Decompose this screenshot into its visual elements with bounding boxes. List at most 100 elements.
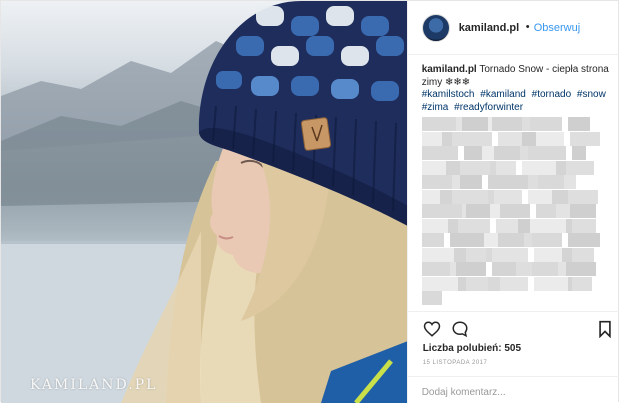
pixel-block	[421, 276, 458, 291]
pixel-block	[421, 131, 442, 146]
pixel-block	[565, 262, 596, 276]
pixel-block	[515, 262, 532, 276]
pixel-block	[571, 218, 596, 233]
pixel-block	[535, 204, 556, 218]
pixel-block	[521, 160, 556, 175]
pixel-block	[521, 117, 530, 131]
pixel-block	[563, 175, 576, 189]
pixel-block	[491, 247, 528, 262]
pixel-block	[421, 218, 448, 233]
pixel-block	[491, 117, 522, 131]
follow-button[interactable]: Obserwuj	[534, 22, 580, 34]
pixel-block	[571, 247, 594, 262]
pixel-block	[571, 276, 592, 291]
post-photo[interactable]: KAMILAND.PL	[1, 1, 407, 403]
separator-dot: •	[525, 21, 530, 33]
pixel-block	[445, 160, 460, 175]
pixel-block	[571, 146, 586, 160]
pixel-block	[531, 233, 562, 247]
pixel-block	[493, 189, 522, 204]
pixel-block	[421, 247, 454, 262]
pixel-block	[447, 218, 458, 233]
pixel-block	[537, 175, 564, 189]
pixel-block	[529, 218, 566, 233]
pixel-block	[493, 146, 520, 160]
pixel-block	[489, 204, 500, 218]
pixel-block	[561, 247, 572, 262]
pixel-block	[499, 276, 528, 291]
pixel-block	[455, 262, 486, 276]
pixelated-comments	[421, 117, 612, 307]
pixel-block	[517, 218, 530, 233]
pixel-block	[533, 276, 568, 291]
comment-icon[interactable]	[451, 320, 469, 338]
pixel-block	[421, 233, 444, 247]
heart-icon[interactable]	[423, 320, 441, 338]
pixel-block	[569, 131, 600, 146]
pixel-block	[487, 175, 528, 189]
caption-hashtags: #kamilstoch #kamiland #tornado #snow #zi…	[422, 88, 610, 114]
pixel-block	[453, 247, 466, 262]
avatar[interactable]	[421, 14, 450, 42]
pixel-block	[421, 160, 446, 175]
pixel-block	[529, 117, 562, 131]
pixel-block	[569, 204, 596, 218]
pixel-block	[421, 117, 456, 131]
hashtag-link[interactable]: #snow	[577, 89, 606, 100]
pixel-block	[567, 233, 600, 247]
pixel-block	[565, 160, 594, 175]
post-actions: Liczba polubień: 505 15 LISTOPADA 2017	[407, 311, 619, 405]
photo-illustration	[1, 1, 407, 403]
pixel-block	[531, 262, 558, 276]
caption-username[interactable]: kamiland.pl	[422, 64, 477, 75]
pixel-block	[421, 189, 440, 204]
pixel-block	[421, 291, 442, 305]
pixel-block	[451, 189, 488, 204]
pixel-block	[421, 175, 452, 189]
pixel-block	[421, 146, 458, 160]
hashtag-link[interactable]: #tornado	[532, 89, 571, 100]
pixel-block	[461, 117, 488, 131]
header-username[interactable]: kamiland.pl	[459, 22, 520, 34]
pixel-block	[481, 146, 494, 160]
pixel-block	[449, 233, 484, 247]
post-caption: kamiland.pl Tornado Snow - ciepła strona…	[422, 63, 610, 89]
hashtag-link[interactable]: #readyforwinter	[454, 102, 523, 113]
pixel-block	[451, 175, 460, 189]
photo-watermark: KAMILAND.PL	[30, 377, 158, 393]
hashtag-link[interactable]: #kamilstoch	[422, 89, 475, 100]
pixel-block	[491, 262, 516, 276]
pixel-block	[533, 247, 562, 262]
pixel-block	[465, 276, 488, 291]
hashtag-link[interactable]: #zima	[422, 102, 449, 113]
instagram-post: KAMILAND.PL kamiland.pl • Obserwuj kamil…	[0, 0, 619, 405]
pixel-block	[527, 146, 566, 160]
bookmark-icon[interactable]	[598, 320, 612, 338]
post-header: kamiland.pl • Obserwuj	[407, 1, 619, 55]
pixel-block	[451, 131, 492, 146]
pixel-block	[567, 189, 598, 204]
add-comment-bar	[407, 376, 619, 405]
pixel-block	[523, 233, 532, 247]
pixel-block	[497, 233, 524, 247]
pixel-block	[483, 233, 498, 247]
pixel-block	[555, 204, 570, 218]
pixel-block	[495, 160, 516, 175]
pixel-block	[551, 189, 568, 204]
comment-input[interactable]	[421, 385, 607, 399]
post-date[interactable]: 15 LISTOPADA 2017	[423, 360, 488, 366]
pixel-block	[555, 160, 566, 175]
pixel-block	[495, 218, 518, 233]
pixel-block	[521, 131, 536, 146]
pixel-block	[457, 218, 490, 233]
pixel-block	[439, 189, 452, 204]
pixel-block	[463, 146, 482, 160]
likes-count[interactable]: Liczba polubień: 505	[423, 343, 521, 354]
post-side-panel: kamiland.pl • Obserwuj kamiland.pl Torna…	[406, 1, 619, 405]
pixel-block	[567, 117, 590, 131]
pixel-block	[459, 160, 490, 175]
pixel-block	[497, 131, 522, 146]
pixel-block	[421, 204, 462, 218]
pixel-block	[465, 204, 490, 218]
hashtag-link[interactable]: #kamiland	[480, 89, 526, 100]
